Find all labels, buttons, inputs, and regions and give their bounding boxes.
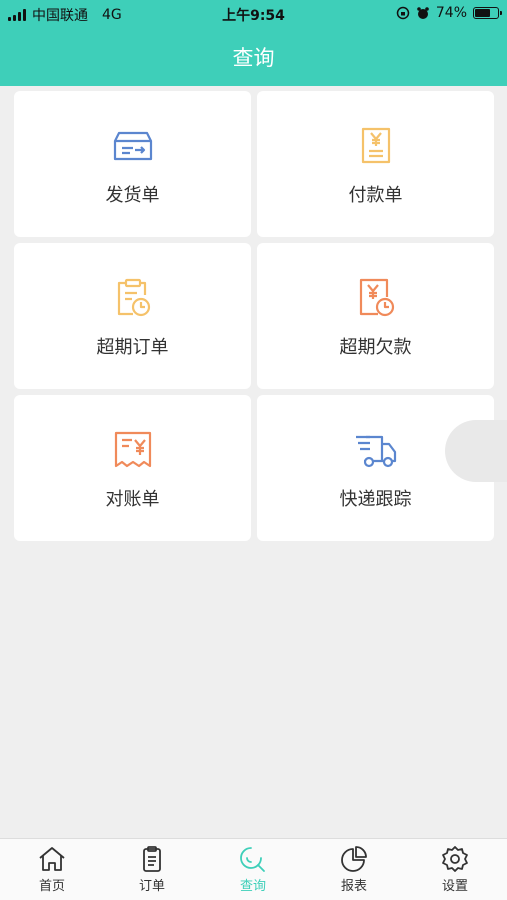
tab-label: 报表 bbox=[340, 879, 367, 894]
tab-query[interactable]: 查询 bbox=[213, 845, 293, 894]
tab-home[interactable]: 首页 bbox=[12, 845, 92, 894]
alarm-icon bbox=[417, 7, 429, 19]
tab-label: 订单 bbox=[138, 879, 165, 894]
card-label: 快递跟踪 bbox=[339, 489, 412, 510]
tab-reports[interactable]: 报表 bbox=[314, 845, 394, 894]
card-label: 超期欠款 bbox=[339, 337, 412, 358]
card-overdue-debt[interactable]: 超期欠款 bbox=[257, 243, 494, 389]
page-title: 查询 bbox=[232, 46, 275, 70]
battery-icon bbox=[473, 7, 502, 19]
tab-label: 查询 bbox=[239, 879, 266, 894]
card-shipment[interactable]: 发货单 bbox=[14, 91, 251, 237]
card-overdue-orders[interactable]: 超期订单 bbox=[14, 243, 251, 389]
tab-label: 首页 bbox=[38, 879, 65, 894]
shipping-box-icon bbox=[113, 131, 152, 161]
tab-settings[interactable]: 设置 bbox=[415, 845, 495, 894]
card-label: 对账单 bbox=[105, 489, 160, 510]
tab-label: 设置 bbox=[441, 879, 468, 894]
tab-orders[interactable]: 订单 bbox=[112, 845, 192, 894]
yuan-clock-icon bbox=[359, 278, 394, 317]
floating-assistive-button[interactable] bbox=[445, 420, 507, 482]
home-icon bbox=[39, 847, 65, 871]
card-label: 付款单 bbox=[348, 185, 403, 206]
statement-bill-icon bbox=[114, 431, 151, 468]
gear-icon bbox=[442, 846, 468, 872]
nav-bar: 查询 bbox=[0, 28, 507, 86]
pie-chart-icon bbox=[341, 846, 367, 872]
search-icon bbox=[240, 847, 265, 872]
battery-percent: 74% bbox=[435, 5, 467, 21]
card-statement[interactable]: 对账单 bbox=[14, 395, 251, 541]
status-right: 74% bbox=[396, 5, 502, 21]
card-label: 发货单 bbox=[105, 185, 160, 206]
card-label: 超期订单 bbox=[96, 337, 169, 358]
clipboard-clock-icon bbox=[117, 278, 150, 317]
clipboard-icon bbox=[143, 846, 161, 872]
tab-bar: 首页 订单 查询 报表 设置 bbox=[0, 838, 507, 900]
delivery-truck-icon bbox=[355, 435, 396, 468]
yuan-receipt-icon bbox=[361, 127, 390, 164]
status-bar: 中国联通 4G 上午9:54 74% bbox=[0, 0, 507, 28]
card-payment[interactable]: 付款单 bbox=[257, 91, 494, 237]
rotation-lock-icon bbox=[396, 6, 410, 20]
